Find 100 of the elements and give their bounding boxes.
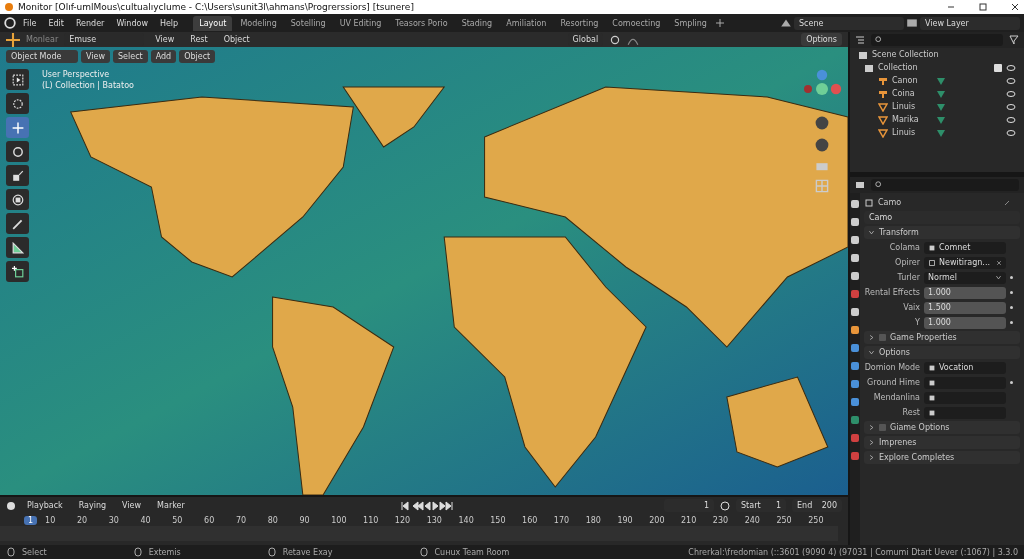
tool-button[interactable] [6,165,29,186]
outliner-item[interactable]: Marika [892,115,932,124]
timer-icon [720,500,730,511]
panel-header[interactable]: Game Properties [864,331,1020,344]
menu-item[interactable]: Render [70,16,110,30]
viewport-menu[interactable]: View [81,50,110,63]
status-hint: Cuнux Team Room [434,547,510,557]
menu-item[interactable]: Help [154,16,184,30]
outliner-item[interactable]: Collection [878,63,918,72]
outliner-item[interactable]: Canon [892,76,932,85]
viewport-info: (L) Collection | Batatoo [42,81,134,90]
panel-header[interactable]: Transform [864,226,1020,239]
outliner-item[interactable]: Linuis [892,102,932,111]
status-hint: Retave Exay [282,547,333,557]
checkbox[interactable] [879,334,886,341]
keyframe-dot[interactable] [1010,291,1013,294]
workspace-tab[interactable]: Resorting [554,15,605,31]
keyframe-dot[interactable] [1010,381,1013,384]
tool-button[interactable] [6,93,29,114]
frame-number: 100 [331,515,348,525]
workspace-tab[interactable]: Sotelling [284,15,332,31]
outliner-item[interactable]: Scene Collection [872,50,939,59]
tool-button[interactable] [6,69,29,90]
outliner-item[interactable]: Coina [892,89,932,98]
select-box-icon [11,73,24,86]
mode-dropdown[interactable]: Object Mode [6,50,78,63]
search-field[interactable] [871,179,1019,191]
rotate-icon [11,145,24,158]
search-field[interactable] [871,34,1003,46]
modifier-icon [936,114,946,125]
property-field[interactable]: Vocation [924,361,1006,374]
frame-number: 130 [426,515,443,525]
camera-object-icon [878,88,888,99]
property-field[interactable]: 1.500 [924,301,1006,314]
timeline-menu[interactable]: Raying [73,499,112,512]
workspace-tab[interactable]: Layout [193,15,233,31]
property-field[interactable]: Comnet [924,241,1006,254]
status-info: Chrerkal:\fredomian (::3601 (9090 4) (97031 | Comumi Dtart Uever (:1067) | 3.3.0 [688,547,1018,557]
workspace-tab[interactable]: Modeling [234,15,283,31]
property-field[interactable] [924,391,1006,404]
options-dropdown[interactable]: Options [801,33,842,46]
menu-item[interactable]: Rest [185,33,213,46]
frame-number: 60 [204,515,216,525]
menu-item[interactable]: File [18,16,42,30]
keyframe-dot[interactable] [1010,276,1013,279]
scene-field[interactable]: Scene [794,16,904,30]
keyframe-dot[interactable] [1010,321,1013,324]
eye-icon [1006,101,1016,112]
menu-item[interactable]: View [150,33,180,46]
add-icon [714,18,725,28]
current-frame[interactable]: 1 [24,515,38,525]
panel-header[interactable]: Imprenes [864,436,1020,449]
checkbox[interactable] [994,63,1002,72]
viewport-menu[interactable]: Add [150,50,177,63]
frame-field[interactable]: 1 [664,499,714,512]
workspace-tab[interactable]: Teasors Porio [389,15,454,31]
workspace-tab[interactable]: Stading [455,15,499,31]
modifier-icon [936,127,946,138]
object-icon [864,197,874,208]
tool-button[interactable] [6,237,29,258]
timeline-menu[interactable]: Marker [152,499,190,512]
workspace-tab[interactable]: Smpling [668,15,713,31]
property-field[interactable]: Normel [924,271,1006,284]
viewport-menu[interactable]: Select [113,50,148,63]
checkbox[interactable] [879,424,886,431]
menu-item[interactable]: Edit [43,16,69,30]
panel-header[interactable]: Giame Options [864,421,1020,434]
keyframe-dot[interactable] [1010,306,1013,309]
status-hint: Extemis [148,547,181,557]
tool-button[interactable] [6,189,29,210]
workspace-tab[interactable]: UV Editing [333,15,388,31]
property-label: Turler [896,273,920,282]
tool-button[interactable] [6,261,29,282]
workspace-tab[interactable]: Comoecting [606,15,667,31]
tool-button[interactable] [6,141,29,162]
frame-number: 170 [553,515,571,525]
property-field[interactable]: 1.000 [924,316,1006,329]
timeline-menu[interactable]: View [117,499,147,512]
close-icon [1010,2,1020,12]
workspace-tab[interactable]: Amiliation [500,15,553,31]
outliner-item[interactable]: Linuis [892,128,932,137]
tool-button[interactable] [6,213,29,234]
menu-item[interactable]: Window [111,16,153,30]
frame-number: 240 [744,515,761,525]
cone-object-icon [878,127,888,138]
menu-item[interactable]: Object [218,33,255,46]
mode-label: Monlear [26,35,59,44]
view-layer-field[interactable]: View Layer [920,16,1020,30]
panel-header[interactable]: Explore Completes [864,451,1020,464]
timeline-menu[interactable]: Playback [22,499,68,512]
property-field[interactable]: 1.000 [924,286,1006,299]
panel-header[interactable]: Options [864,346,1020,359]
playback-controls-icon [400,500,453,511]
data-name-field[interactable]: Camo [864,211,1020,224]
viewport-menu[interactable]: Object [179,50,216,63]
start-field[interactable]: Start 1 [736,499,786,512]
end-field[interactable]: End 200 [792,499,842,512]
property-field[interactable]: Newitiragn... [924,256,1006,269]
property-field[interactable] [924,376,1006,389]
property-field[interactable] [924,406,1006,419]
